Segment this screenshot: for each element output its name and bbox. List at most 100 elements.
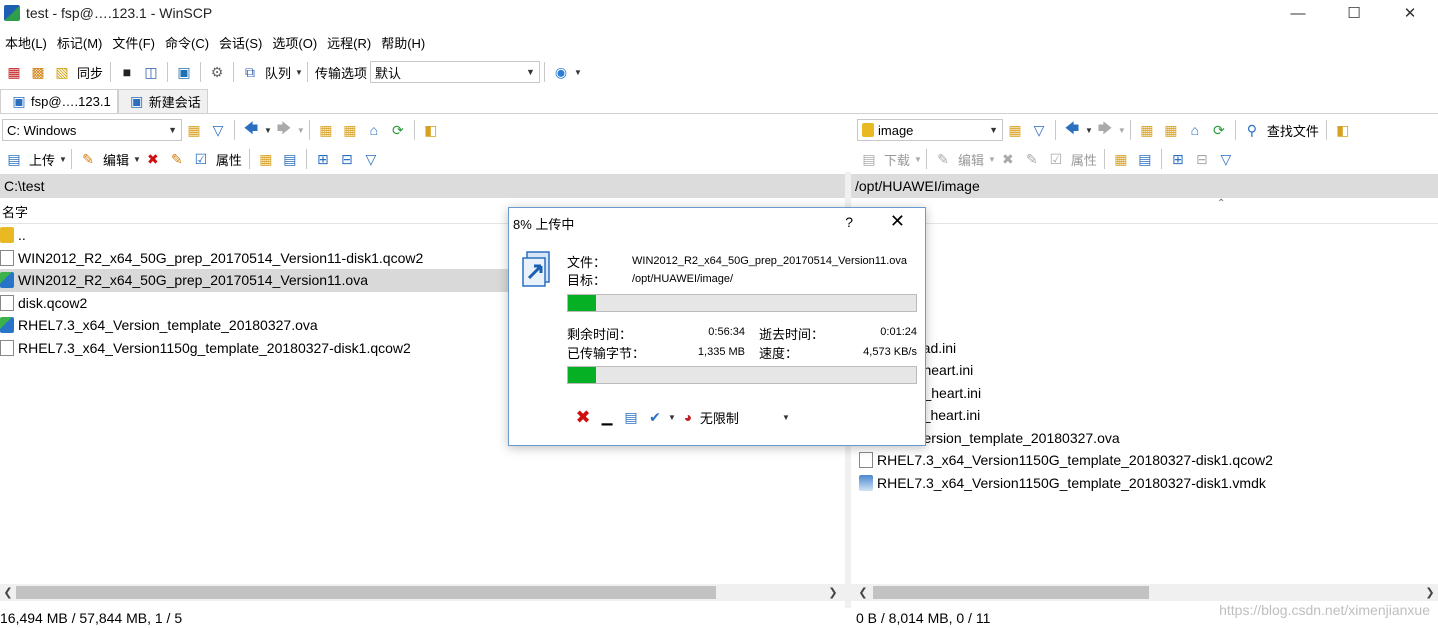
edit-icon[interactable]: ✎	[933, 150, 953, 168]
forward-arrow-icon[interactable]: 🡆	[1095, 120, 1115, 139]
back-arrow-icon[interactable]: 🡄	[1062, 120, 1082, 139]
properties-button[interactable]: 属性	[216, 150, 242, 169]
local-path-bar[interactable]: C:\test	[0, 174, 845, 198]
new-folder-icon[interactable]: ▦	[256, 150, 276, 168]
menu-help[interactable]: 帮助(H)	[376, 33, 430, 52]
cancel-transfer-icon[interactable]: ✖	[573, 407, 593, 427]
delete-icon[interactable]: ✖	[143, 150, 163, 168]
menu-session[interactable]: 会话(S)	[214, 33, 267, 52]
scroll-right-icon[interactable]: ❯	[825, 584, 841, 601]
chevron-down-icon[interactable]: ▼	[133, 155, 141, 164]
properties-button[interactable]: 属性	[1071, 150, 1097, 169]
speed-gauge-icon[interactable]: ◕	[678, 408, 698, 426]
remote-horizontal-scrollbar[interactable]: ❮ ❯	[851, 584, 1438, 601]
list-item[interactable]: es	[851, 269, 1438, 292]
speed-limit-value[interactable]: 无限制	[700, 408, 739, 427]
menu-files[interactable]: 文件(F)	[107, 33, 160, 52]
queue-icon[interactable]: ⧉	[240, 63, 260, 81]
chevron-down-icon[interactable]: ▼	[668, 413, 676, 422]
list-item[interactable]: RHEL7.3_x64_Version1150G_template_201803…	[851, 472, 1438, 495]
list-item[interactable]: ompute_heart.ini	[851, 359, 1438, 382]
refresh-icon[interactable]: ⟳	[388, 121, 408, 139]
new-folder-icon[interactable]: ▦	[1111, 150, 1131, 168]
queue-button[interactable]: 队列	[265, 63, 291, 82]
edit-button[interactable]: 编辑	[103, 150, 129, 169]
chevron-down-icon[interactable]: ▼	[297, 126, 305, 135]
chevron-down-icon[interactable]: ▼	[782, 413, 790, 422]
find-files-button[interactable]: 查找文件	[1267, 121, 1319, 140]
find-files-icon[interactable]: ⚲	[1242, 121, 1262, 139]
sync-browse-icon[interactable]: ▩	[28, 63, 48, 81]
menu-remote[interactable]: 远程(R)	[322, 33, 376, 52]
list-item[interactable]: cheduler_heart.ini	[851, 404, 1438, 427]
scrollbar-thumb[interactable]	[873, 586, 1149, 599]
chevron-down-icon[interactable]: ▼	[988, 155, 996, 164]
root-dir-icon[interactable]: ▦	[1161, 121, 1181, 139]
new-link-icon[interactable]: ▤	[1135, 150, 1155, 168]
move-to-queue-icon[interactable]: ▤	[621, 408, 641, 426]
download-button[interactable]: 下载	[884, 150, 910, 169]
new-link-icon[interactable]: ▤	[280, 150, 300, 168]
tab-new-session[interactable]: ▣ 新建会话	[117, 89, 208, 113]
home-icon[interactable]: ⌂	[1185, 121, 1205, 139]
home-icon[interactable]: ⌂	[364, 121, 384, 139]
upload-button[interactable]: 上传	[29, 150, 55, 169]
column-name-header[interactable]: 名字	[0, 202, 28, 221]
chevron-down-icon[interactable]: ▼	[574, 68, 582, 77]
chevron-down-icon[interactable]: ▼	[264, 126, 272, 135]
chevron-down-icon[interactable]: ▼	[59, 155, 67, 164]
menu-commands[interactable]: 命令(C)	[160, 33, 214, 52]
scroll-left-icon[interactable]: ❮	[855, 584, 871, 601]
remote-path-bar[interactable]: /opt/HUAWEI/image	[851, 174, 1438, 198]
forward-arrow-icon[interactable]: 🡆	[274, 120, 294, 139]
local-drive-select[interactable]: C: Windows ▼	[2, 119, 182, 141]
back-arrow-icon[interactable]: 🡄	[241, 120, 261, 139]
delete-icon[interactable]: ✖	[998, 150, 1018, 168]
list-item[interactable]: 3_x64_Version_template_20180327.ova	[851, 427, 1438, 450]
synchronize-button[interactable]: 同步	[77, 63, 103, 82]
open-folder-icon[interactable]: ▦	[184, 121, 204, 139]
close-window-button[interactable]: ✕	[1382, 0, 1438, 26]
menu-local[interactable]: 本地(L)	[0, 33, 52, 52]
list-item[interactable]: RHEL7.3_x64_Version1150G_template_201803…	[851, 449, 1438, 472]
local-horizontal-scrollbar[interactable]: ❮ ❯	[0, 584, 845, 601]
remote-folder-select[interactable]: image ▼	[857, 119, 1003, 141]
chevron-down-icon[interactable]: ▼	[1085, 126, 1093, 135]
maximize-button[interactable]: ☐	[1326, 0, 1382, 26]
select-plus-icon[interactable]: ⊞	[1168, 150, 1188, 168]
preferences-gear-icon[interactable]: ⚙	[207, 63, 227, 81]
tree-view-icon[interactable]: ◧	[421, 121, 441, 139]
download-icon[interactable]: ▤	[859, 150, 879, 168]
compare-dirs-icon[interactable]: ▦	[4, 63, 24, 81]
parent-dir-icon[interactable]: ▦	[1137, 121, 1157, 139]
find-sessions-icon[interactable]: ▣	[174, 63, 194, 81]
filter-icon[interactable]: ▽	[208, 121, 228, 139]
upload-icon[interactable]: ▤	[4, 150, 24, 168]
edit-button[interactable]: 编辑	[958, 150, 984, 169]
edit-icon[interactable]: ✎	[78, 150, 98, 168]
open-folder-icon[interactable]: ▦	[1005, 121, 1025, 139]
filter-icon[interactable]: ▽	[1029, 121, 1049, 139]
select-minus-icon[interactable]: ⊟	[337, 150, 357, 168]
select-plus-icon[interactable]: ⊞	[313, 150, 333, 168]
list-item[interactable]: covery-had.ini	[851, 337, 1438, 360]
terminal-icon[interactable]: ■	[117, 63, 137, 81]
properties-icon[interactable]: ☑	[1046, 150, 1066, 168]
sort-chevron-up-icon[interactable]: ⌃	[1217, 198, 1225, 209]
chevron-down-icon[interactable]: ▼	[1118, 126, 1126, 135]
scroll-right-icon[interactable]: ❯	[1422, 584, 1438, 601]
on-completion-icon[interactable]: ✔	[645, 408, 665, 426]
menu-mark[interactable]: 标记(M)	[52, 33, 108, 52]
refresh-icon[interactable]: ⟳	[1209, 121, 1229, 139]
tab-current-session[interactable]: ▣ fsp@….123.1	[0, 89, 118, 113]
properties-icon[interactable]: ☑	[191, 150, 211, 168]
rename-icon[interactable]: ✎	[1022, 150, 1042, 168]
list-item[interactable]: und	[851, 314, 1438, 337]
root-dir-icon[interactable]: ▦	[340, 121, 360, 139]
chevron-down-icon[interactable]: ▼	[914, 155, 922, 164]
tree-view-icon[interactable]: ◧	[1333, 121, 1353, 139]
synchronize-icon[interactable]: ▧	[52, 63, 72, 81]
rename-icon[interactable]: ✎	[167, 150, 187, 168]
menu-options[interactable]: 选项(O)	[267, 33, 322, 52]
minimize-dialog-icon[interactable]: ▁	[597, 408, 617, 426]
